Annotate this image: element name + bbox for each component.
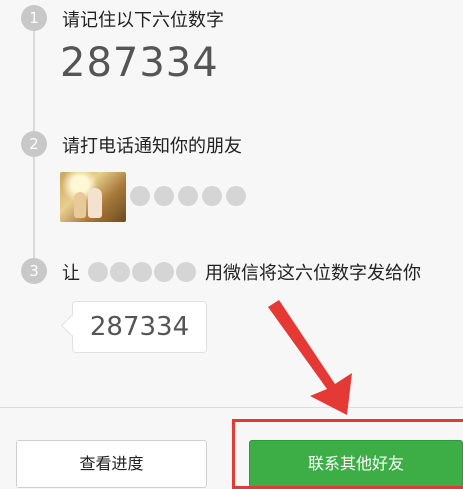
blurred-name — [176, 262, 196, 282]
blurred-name — [226, 186, 246, 206]
blurred-name — [110, 262, 130, 282]
step-1-number: 1 — [21, 5, 47, 31]
step-1-title: 请记住以下六位数字 — [62, 10, 224, 31]
blurred-name — [178, 186, 198, 206]
blurred-name — [154, 262, 174, 282]
step-3-title-suffix: 用微信将这六位数字发给你 — [205, 263, 421, 284]
blurred-name — [88, 262, 108, 282]
step-3-number: 3 — [21, 258, 47, 284]
code-bubble-text: 287334 — [89, 312, 190, 342]
blurred-name — [202, 186, 222, 206]
annotation-highlight-box — [232, 419, 463, 489]
blurred-name — [130, 186, 150, 206]
footer-divider — [0, 407, 463, 408]
avatar-figure — [74, 192, 86, 218]
blurred-name — [132, 262, 152, 282]
step-3-title-prefix: 让 — [62, 263, 80, 284]
bubble-tail — [60, 314, 83, 337]
avatar-figure — [88, 188, 102, 218]
verification-code: 287334 — [60, 40, 219, 86]
step-2-number: 2 — [21, 131, 47, 157]
code-bubble: 287334 — [60, 301, 207, 353]
friend-avatar — [60, 172, 126, 222]
step-2-title: 请打电话通知你的朋友 — [62, 136, 242, 157]
view-progress-button[interactable]: 查看进度 — [16, 440, 207, 488]
blurred-name — [154, 186, 174, 206]
